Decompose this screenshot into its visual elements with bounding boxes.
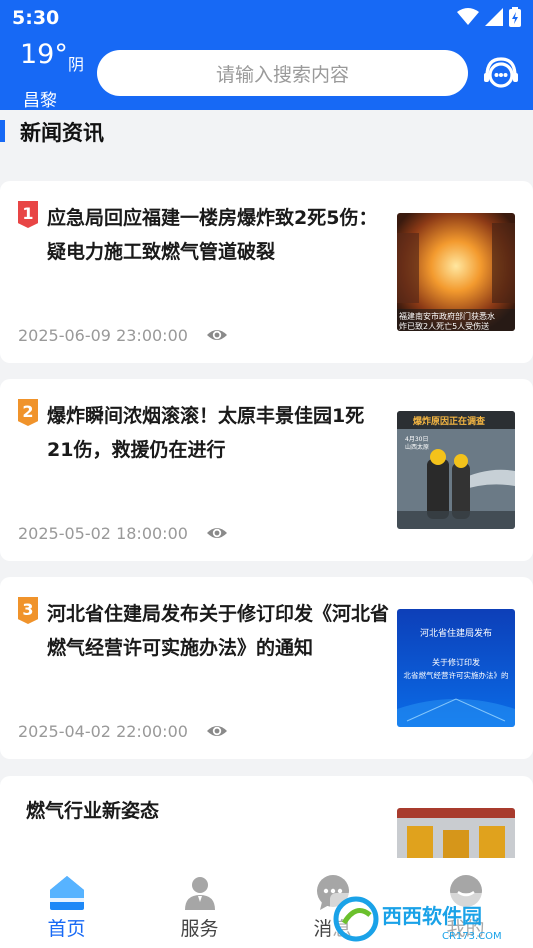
- section-title: 新闻资讯: [20, 121, 104, 145]
- view-count-icon: [207, 726, 227, 736]
- temperature: 19°: [20, 39, 68, 70]
- thumb-caption-2: 4月30日: [405, 436, 428, 443]
- view-count-icon: [207, 330, 227, 340]
- watermark-text: 西西软件园: [382, 904, 482, 928]
- thumb-caption-2: 关于修订印发: [432, 657, 480, 667]
- news-date: 2025-06-09 23:00:00: [18, 326, 188, 345]
- news-card[interactable]: 3 河北省住建局发布关于修订印发《河北省燃气经营许可实施办法》的通知 2025-…: [0, 577, 533, 759]
- rank-badge: 1: [18, 201, 38, 228]
- thumb-caption-1: 河北省住建局发布: [420, 627, 492, 639]
- weather-widget: 19° 阴: [20, 39, 84, 75]
- tab-home[interactable]: 首页: [0, 858, 133, 948]
- header: 5:30 19° 阴 昌黎 请输入搜索内容: [0, 0, 533, 111]
- news-thumbnail: 爆炸原因正在调查 4月30日 山西太原: [397, 411, 515, 529]
- status-time: 5:30: [12, 7, 60, 29]
- signal-icon: [485, 8, 503, 26]
- tab-service[interactable]: 服务: [133, 858, 266, 948]
- thumb-caption-3: 山西太原: [405, 443, 429, 451]
- section-header: 新闻资讯: [0, 110, 533, 168]
- thumb-caption-1: 福建南安市政府部门获悉水: [399, 311, 495, 321]
- tab-label: 服务: [180, 918, 219, 940]
- news-date: 2025-05-02 18:00:00: [18, 524, 188, 543]
- wifi-icon: [457, 8, 479, 25]
- news-date: 2025-04-02 22:00:00: [18, 722, 188, 741]
- search-placeholder: 请输入搜索内容: [215, 63, 349, 86]
- customer-service-icon[interactable]: [482, 54, 520, 92]
- search-input[interactable]: 请输入搜索内容: [97, 50, 468, 96]
- news-card[interactable]: 2 爆炸瞬间浓烟滚滚！太原丰景佳园1死21伤，救援仍在进行 2025-05-02…: [0, 379, 533, 561]
- weather-condition: 阴: [68, 55, 85, 74]
- watermark-subtext: CR173.COM: [442, 931, 502, 942]
- tab-label: 首页: [47, 918, 86, 940]
- rank-badge: 2: [18, 399, 38, 426]
- status-icons: [457, 7, 521, 27]
- city-name[interactable]: 昌黎: [23, 86, 57, 111]
- news-thumbnail: 福建南安市政府部门获悉水 炸已致2人死亡5人受伤送: [397, 213, 515, 331]
- thumb-caption-2: 炸已致2人死亡5人受伤送: [399, 321, 489, 331]
- home-icon: [49, 876, 84, 910]
- view-count-icon: [207, 528, 227, 538]
- news-title: 爆炸瞬间浓烟滚滚！太原丰景佳园1死21伤，救援仍在进行: [47, 405, 365, 461]
- news-card-partial[interactable]: 燃气行业新姿态: [0, 776, 533, 866]
- rank-badge: 3: [18, 597, 38, 624]
- person-icon: [184, 877, 215, 910]
- status-bar: 5:30: [0, 0, 533, 36]
- news-thumbnail: 河北省住建局发布 关于修订印发 北省燃气经营许可实施办法》的: [397, 609, 515, 727]
- watermark-logo: 西西软件园 CR173.COM: [330, 893, 530, 945]
- news-title: 河北省住建局发布关于修订印发《河北省燃气经营许可实施办法》的通知: [47, 603, 390, 659]
- thumb-caption-3: 北省燃气经营许可实施办法》的: [404, 670, 509, 680]
- battery-icon: [509, 7, 521, 27]
- thumb-caption-1: 爆炸原因正在调查: [413, 415, 486, 427]
- news-title: 燃气行业新姿态: [26, 800, 160, 822]
- news-title: 应急局回应福建一楼房爆炸致2死5伤：疑电力施工致燃气管道破裂: [47, 207, 378, 263]
- section-accent-bar: [0, 120, 5, 142]
- news-card[interactable]: 1 应急局回应福建一楼房爆炸致2死5伤：疑电力施工致燃气管道破裂 2025-06…: [0, 181, 533, 363]
